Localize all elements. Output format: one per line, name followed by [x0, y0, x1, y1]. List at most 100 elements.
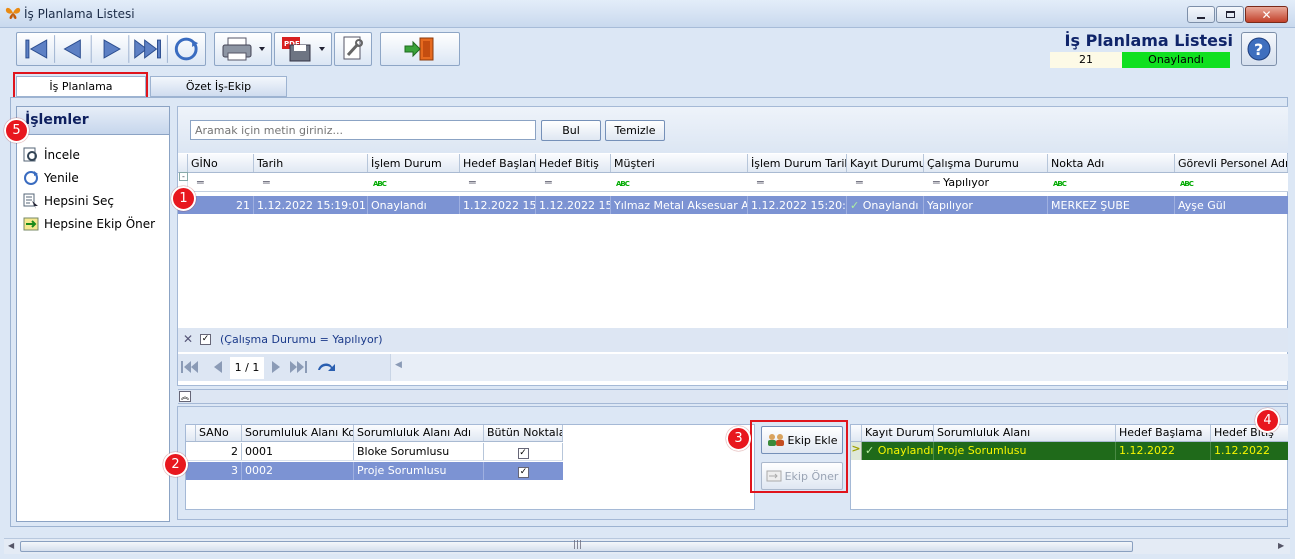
column-header[interactable]: Hedef Bitiş	[536, 154, 611, 172]
table-row[interactable]: > ✓ Onaylandı Proje Sorumlusu 1.12.2022 …	[851, 442, 1288, 460]
cell-butun-noktalar[interactable]: ✓	[484, 462, 563, 480]
callout-badge-2: 2	[163, 452, 188, 477]
svg-text:?: ?	[1254, 40, 1263, 59]
cell-hedef-bitis: 1.12.2022	[1214, 444, 1270, 457]
main-grid-header: GİNo Tarih İşlem Durum Hedef Başlama Hed…	[178, 154, 1288, 173]
maximize-button[interactable]	[1216, 6, 1244, 23]
cell-sorumluluk-alani: Proje Sorumlusu	[934, 442, 1116, 460]
cell-musteri: Yılmaz Metal Aksesuar A.Ş.	[611, 196, 748, 214]
nav-toolbar-icons	[25, 35, 199, 63]
scroll-right-icon[interactable]: ▶	[1278, 541, 1284, 550]
sidebar-item-yenile[interactable]: Yenile	[17, 166, 169, 189]
cell-hedef-bitis: 1.12.2022 15:	[536, 196, 611, 214]
all-points-checkbox[interactable]: ✓	[517, 448, 529, 459]
column-header[interactable]: Hedef Başlama	[460, 154, 536, 172]
help-button[interactable]: ?	[1241, 32, 1277, 66]
cell-kayit-durumu-text: Onaylandı	[862, 199, 919, 212]
pager-first-prev-icons[interactable]	[178, 358, 232, 376]
minimize-button[interactable]	[1187, 6, 1215, 23]
grip-icon: |||	[573, 540, 583, 550]
find-button[interactable]: Bul	[541, 120, 601, 141]
filter-text-icon[interactable]: ABC	[1050, 173, 1175, 191]
horizontal-scrollbar[interactable]: ◀	[390, 354, 1288, 381]
filter-expression[interactable]: (Çalışma Durumu = Yapılıyor)	[220, 333, 383, 346]
scroll-thumb[interactable]: |||	[20, 540, 1133, 552]
filter-calisma-durumu[interactable]: ═ Yapılıyor	[930, 173, 1048, 191]
print-button[interactable]	[214, 32, 272, 66]
column-header[interactable]: GİNo	[188, 154, 254, 172]
filter-equals-icon[interactable]: ═	[754, 173, 847, 191]
check-icon: ✓	[865, 444, 878, 457]
select-all-icon	[23, 193, 38, 209]
filter-equals-icon[interactable]: ═	[466, 173, 536, 191]
scroll-left-icon[interactable]: ◀	[395, 360, 402, 370]
column-header[interactable]: İşlem Durum Tarihi	[748, 154, 847, 172]
column-header[interactable]: Kayıt Durumu	[862, 425, 934, 441]
column-header[interactable]: Sorumluluk Alanı	[934, 425, 1116, 441]
filter-text-icon[interactable]: ABC	[613, 173, 748, 191]
filter-row-toggle[interactable]: -	[179, 172, 188, 181]
table-row[interactable]: 21 1.12.2022 15:19:01 Onaylandı 1.12.202…	[178, 196, 1288, 214]
filter-enabled-checkbox[interactable]: ✓	[200, 334, 211, 345]
filter-equals-icon: ═	[933, 176, 944, 189]
filter-equals-icon[interactable]: ═	[853, 173, 924, 191]
sidebar-item-incele[interactable]: İncele	[17, 143, 169, 166]
column-header[interactable]: SANo	[196, 425, 242, 441]
export-pdf-button[interactable]: PDF	[274, 32, 332, 66]
column-header[interactable]: Sorumluluk Alanı Kodu	[242, 425, 354, 441]
pager-next-last-refresh-icons[interactable]	[268, 358, 344, 376]
column-header[interactable]: Tarih	[254, 154, 368, 172]
table-row[interactable]: 2 0001 Bloke Sorumlusu ✓	[186, 443, 563, 461]
filter-text-icon[interactable]: ABC	[370, 173, 460, 191]
column-header[interactable]: Görevli Personel Adı Soy	[1175, 154, 1288, 172]
column-header[interactable]: İşlem Durum	[368, 154, 460, 172]
column-header[interactable]: Sorumluluk Alanı Adı	[354, 425, 484, 441]
settings-tool-button[interactable]	[334, 32, 372, 66]
column-header[interactable]: Kayıt Durumu	[847, 154, 924, 172]
inspect-icon	[23, 147, 37, 161]
close-button[interactable]: ✕	[1245, 6, 1288, 23]
column-header[interactable]: Çalışma Durumu	[924, 154, 1048, 172]
table-row[interactable]: 3 0002 Proje Sorumlusu ✓	[186, 462, 563, 480]
page-indicator: 1 / 1	[230, 357, 264, 379]
row-pointer-icon: >	[851, 442, 862, 460]
exit-button[interactable]	[380, 32, 460, 66]
all-points-checkbox[interactable]: ✓	[518, 467, 529, 478]
column-header[interactable]: Müşteri	[611, 154, 748, 172]
clear-button[interactable]: Temizle	[605, 120, 665, 141]
cell-sano: 3	[196, 462, 242, 480]
column-header[interactable]: Nokta Adı	[1048, 154, 1175, 172]
clear-filter-icon[interactable]: ✕	[183, 332, 193, 346]
cell-butun-noktalar[interactable]: ✓	[484, 443, 563, 460]
sidebar-item-hepsine-ekip-oner[interactable]: Hepsine Ekip Öner	[17, 212, 169, 235]
column-header[interactable]: Hedef Başlama	[1116, 425, 1211, 441]
cell-kayit-durumu: ✓ Onaylandı	[847, 196, 924, 214]
bottom-scrollbar[interactable]: ◀ ||| ▶	[4, 538, 1290, 554]
filter-equals-icon[interactable]: ═	[194, 173, 254, 191]
search-input[interactable]	[190, 120, 536, 140]
pager: 1 / 1 ◀	[178, 354, 1288, 381]
column-header[interactable]: Bütün Noktalar	[484, 425, 563, 441]
scroll-left-icon[interactable]: ◀	[8, 541, 14, 550]
callout-badge-5: 5	[4, 118, 29, 143]
minimize-icon	[1197, 16, 1205, 19]
cell-ad: Proje Sorumlusu	[354, 462, 484, 480]
sidebar-item-hepsini-sec[interactable]: Hepsini Seç	[17, 189, 169, 212]
cell-sano: 2	[196, 443, 242, 460]
filter-equals-icon[interactable]: ═	[542, 173, 611, 191]
splitter[interactable]: ︽	[178, 389, 1288, 404]
cell-tarih: 1.12.2022 15:19:01	[254, 196, 368, 214]
record-number: 21	[1050, 52, 1122, 68]
team-grid-header: Kayıt Durumu Sorumluluk Alanı Hedef Başl…	[851, 425, 1288, 442]
collapse-up-icon[interactable]: ︽	[179, 391, 191, 402]
filter-text-icon[interactable]: ABC	[1177, 173, 1288, 191]
filter-value: Yapılıyor	[943, 176, 989, 189]
tab-ozet-is-ekip[interactable]: Özet İş-Ekip	[150, 76, 287, 97]
maximize-icon	[1225, 11, 1235, 18]
sidebar-item-label: Yenile	[44, 170, 79, 185]
cell-hedef-baslama: 1.12.2022	[1116, 442, 1211, 460]
filter-equals-icon[interactable]: ═	[260, 173, 368, 191]
cell-calisma-durumu: Yapılıyor	[924, 196, 1048, 214]
responsibility-grid-header: SANo Sorumluluk Alanı Kodu Sorumluluk Al…	[186, 425, 563, 442]
document-wrench-icon	[343, 36, 363, 60]
